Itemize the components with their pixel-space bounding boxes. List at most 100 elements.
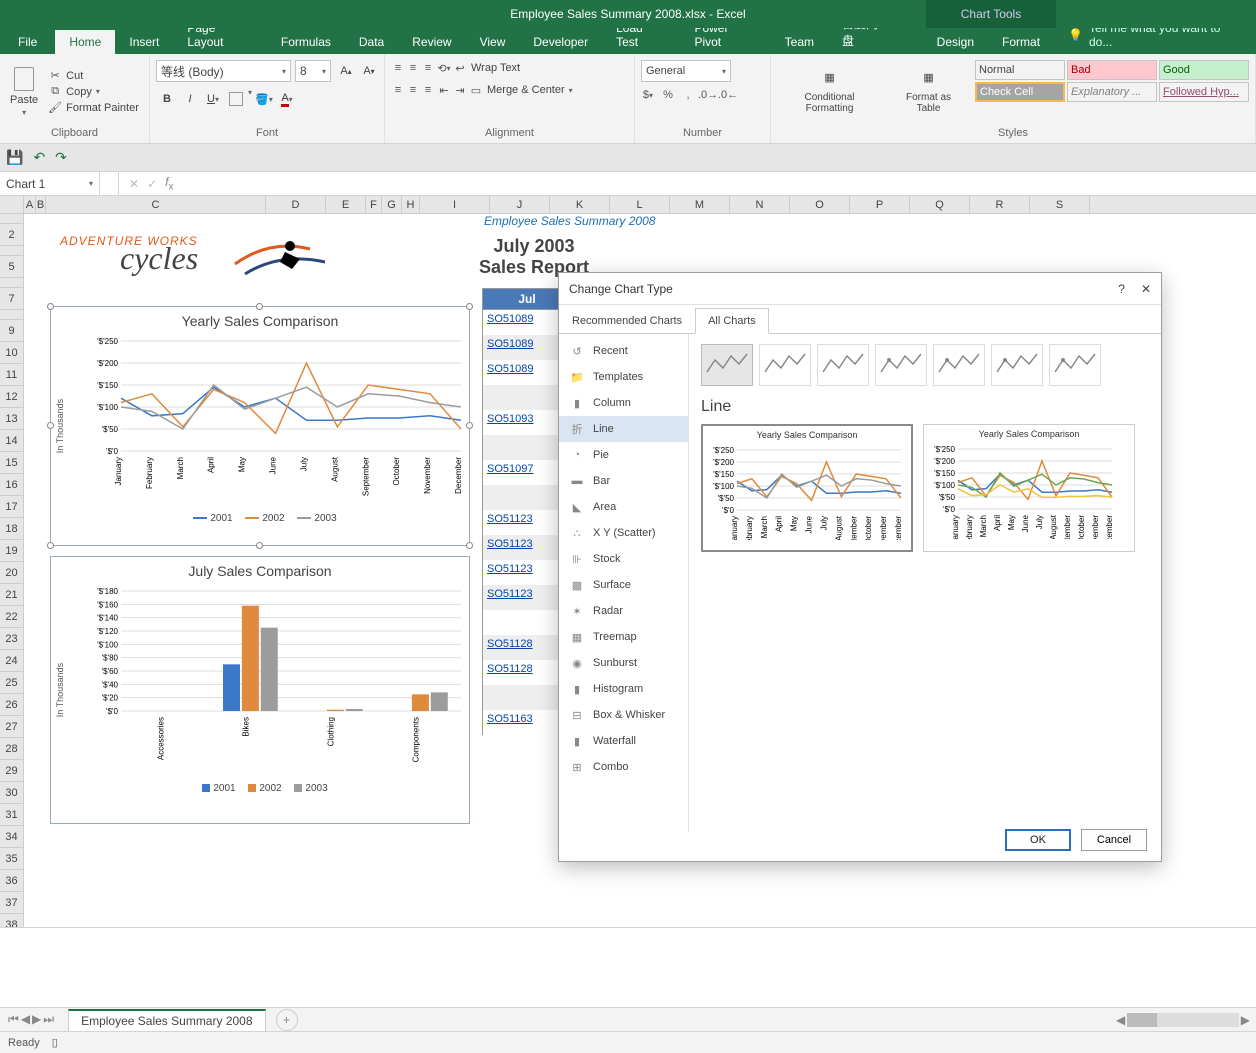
column-header[interactable]: M (670, 196, 730, 213)
chart-type-treemap[interactable]: ▦Treemap (559, 624, 688, 650)
chart-subtype-6[interactable] (1049, 344, 1101, 386)
row-header[interactable]: 34 (0, 826, 24, 848)
style-bad[interactable]: Bad (1067, 60, 1157, 80)
chart-type-area[interactable]: ◣Area (559, 494, 688, 520)
chart-subtype-5[interactable] (991, 344, 1043, 386)
scroll-right-icon[interactable]: ▶ (1241, 1013, 1250, 1027)
sales-order-link[interactable]: SO51093 (487, 413, 533, 425)
sales-order-link[interactable]: SO51123 (487, 563, 533, 575)
tab-review[interactable]: Review (398, 30, 465, 54)
cancel-button[interactable]: Cancel (1081, 829, 1147, 851)
row-headers[interactable]: 2579101112131415161718192021222324252627… (0, 214, 24, 928)
decrease-font-button[interactable]: A▾ (358, 60, 380, 82)
row-header[interactable]: 7 (0, 288, 24, 310)
chart-type-recent[interactable]: ↺Recent (559, 338, 688, 364)
row-header[interactable] (0, 278, 24, 288)
column-header[interactable]: P (850, 196, 910, 213)
chart-subtype-4[interactable] (933, 344, 985, 386)
row-header[interactable]: 19 (0, 540, 24, 562)
row-header[interactable]: 22 (0, 606, 24, 628)
style-good[interactable]: Good (1159, 60, 1249, 80)
tab-all-charts[interactable]: All Charts (695, 308, 769, 334)
chart-subtype-0[interactable] (701, 344, 753, 386)
style-normal[interactable]: Normal (975, 60, 1065, 80)
row-header[interactable]: 2 (0, 224, 24, 246)
style-check-cell[interactable]: Check Cell (975, 82, 1065, 102)
y-axis-title[interactable]: In Thousands (55, 663, 65, 717)
chart-preview-2[interactable]: Yearly Sales Comparison '$'0'$'50'$'100'… (923, 424, 1135, 552)
sales-order-link[interactable]: SO51089 (487, 313, 533, 325)
tab-design[interactable]: Design (923, 30, 988, 54)
chart-plot-area[interactable]: '$'0'$'50'$'100'$'150'$'200'$'250January… (51, 331, 471, 511)
row-header[interactable]: 9 (0, 320, 24, 342)
column-header[interactable]: K (550, 196, 610, 213)
chart-yearly-sales[interactable]: Yearly Sales Comparison In Thousands '$'… (50, 306, 470, 546)
column-header[interactable]: G (382, 196, 402, 213)
paste-button[interactable]: Paste ▾ (6, 62, 42, 121)
italic-button[interactable]: I (179, 88, 201, 110)
conditional-formatting-button[interactable]: ▦ Conditional Formatting (777, 60, 882, 118)
column-header[interactable]: D (266, 196, 326, 213)
row-header[interactable]: 21 (0, 584, 24, 606)
row-header[interactable]: 25 (0, 672, 24, 694)
tab-home[interactable]: Home (55, 30, 115, 54)
redo-button[interactable]: ↷ (55, 149, 67, 166)
row-header[interactable] (0, 310, 24, 320)
chart-subtype-1[interactable] (759, 344, 811, 386)
number-format-combo[interactable]: General▾ (641, 60, 731, 82)
column-header[interactable]: L (610, 196, 670, 213)
underline-button[interactable]: U▾ (202, 88, 224, 110)
tab-view[interactable]: View (466, 30, 520, 54)
chart-type-list[interactable]: ↺Recent📁Templates▮Column折Line◔Pie▬Bar◣Ar… (559, 334, 689, 832)
chart-title[interactable]: Yearly Sales Comparison (51, 307, 469, 331)
enter-icon[interactable]: ✓ (147, 177, 157, 191)
column-headers[interactable]: ABCDEFGHIJKLMNOPQRS (24, 196, 1256, 214)
percent-button[interactable]: % (661, 88, 675, 102)
row-header[interactable]: 37 (0, 892, 24, 914)
row-header[interactable]: 5 (0, 256, 24, 278)
comma-button[interactable]: , (681, 88, 695, 102)
chart-type-column[interactable]: ▮Column (559, 390, 688, 416)
column-header[interactable]: O (790, 196, 850, 213)
row-header[interactable]: 26 (0, 694, 24, 716)
chart-legend[interactable]: 2001 2002 2003 (51, 511, 469, 524)
chart-type-stock[interactable]: ⊪Stock (559, 546, 688, 572)
row-header[interactable]: 20 (0, 562, 24, 584)
align-right-button[interactable]: ≡ (421, 83, 435, 97)
chart-subtype-3[interactable] (875, 344, 927, 386)
row-header[interactable]: 11 (0, 364, 24, 386)
sheet-nav-prev-icon[interactable]: ◀ (21, 1012, 30, 1027)
sales-order-link[interactable]: SO51128 (487, 638, 533, 650)
style-followed-hyperlink[interactable]: Followed Hyp... (1159, 82, 1249, 102)
chart-type-histogram[interactable]: ▮Histogram (559, 676, 688, 702)
cut-button[interactable]: ✂Cut (48, 68, 139, 84)
macro-record-icon[interactable]: ▯ (52, 1036, 58, 1049)
align-top-button[interactable]: ≡ (391, 61, 405, 75)
tab-formulas[interactable]: Formulas (267, 30, 345, 54)
wrap-text-button[interactable]: ↩Wrap Text (453, 60, 520, 76)
undo-button[interactable]: ↶ (33, 149, 45, 166)
chart-preview-1[interactable]: Yearly Sales Comparison '$'0'$'50'$'100'… (701, 424, 913, 552)
sheet-nav-last-icon[interactable]: ⏭ (43, 1012, 54, 1027)
increase-font-button[interactable]: A▴ (335, 60, 357, 82)
decrease-indent-button[interactable]: ⇤ (437, 83, 451, 97)
font-size-combo[interactable]: 8▾ (295, 60, 331, 82)
help-icon[interactable]: ? (1118, 282, 1125, 296)
align-middle-button[interactable]: ≡ (406, 61, 420, 75)
accounting-format-button[interactable]: $▾ (641, 88, 655, 102)
column-header[interactable]: I (420, 196, 490, 213)
increase-indent-button[interactable]: ⇥ (453, 83, 467, 97)
chart-legend[interactable]: 2001 2002 2003 (51, 781, 469, 794)
decrease-decimal-button[interactable]: .0← (721, 88, 735, 102)
row-header[interactable]: 38 (0, 914, 24, 928)
sheet-tab-active[interactable]: Employee Sales Summary 2008 (68, 1009, 265, 1031)
chart-plot-area[interactable]: '$'0'$'20'$'40'$'60'$'80'$'100'$'120'$'1… (51, 581, 471, 781)
column-header[interactable]: E (326, 196, 366, 213)
chart-type-bar[interactable]: ▬Bar (559, 468, 688, 494)
column-header[interactable]: B (36, 196, 46, 213)
save-button[interactable]: 💾 (6, 149, 23, 166)
sales-order-link[interactable]: SO51123 (487, 513, 533, 525)
style-explanatory[interactable]: Explanatory ... (1067, 82, 1157, 102)
column-header[interactable]: F (366, 196, 382, 213)
row-header[interactable]: 35 (0, 848, 24, 870)
